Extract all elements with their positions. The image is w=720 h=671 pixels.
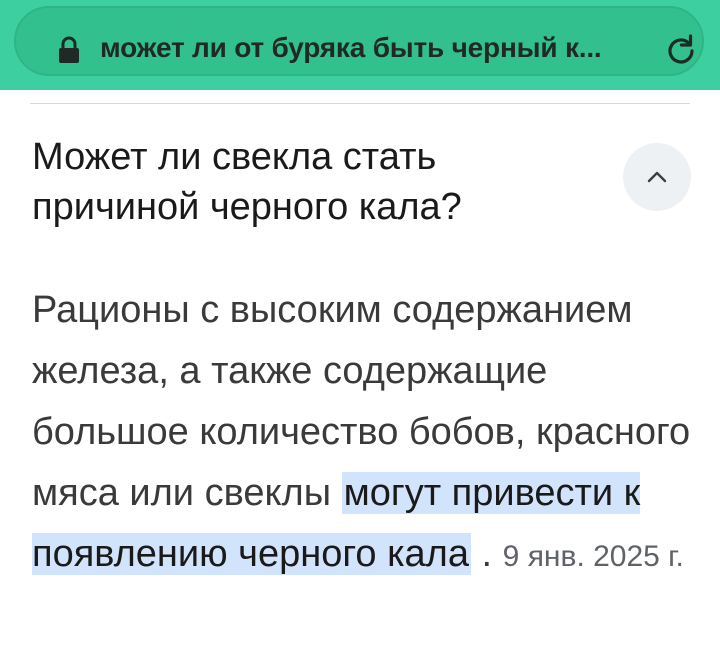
reload-icon[interactable] xyxy=(662,32,700,70)
answer-date: 9 янв. 2025 г. xyxy=(502,540,684,573)
url-text[interactable]: может ли от буряка быть черный к... xyxy=(100,28,650,68)
lock-icon xyxy=(59,36,79,63)
collapse-button[interactable] xyxy=(623,143,691,211)
address-bar[interactable]: может ли от буряка быть черный к... xyxy=(14,6,704,76)
faq-question[interactable]: Может ли свекла стать причиной черного к… xyxy=(32,132,592,232)
browser-toolbar: может ли от буряка быть черный к... xyxy=(0,0,720,90)
chevron-up-icon xyxy=(647,171,667,183)
divider xyxy=(30,103,690,104)
answer-separator: . xyxy=(470,533,503,575)
faq-answer: Рационы с высоким содержанием железа, а … xyxy=(32,280,692,587)
